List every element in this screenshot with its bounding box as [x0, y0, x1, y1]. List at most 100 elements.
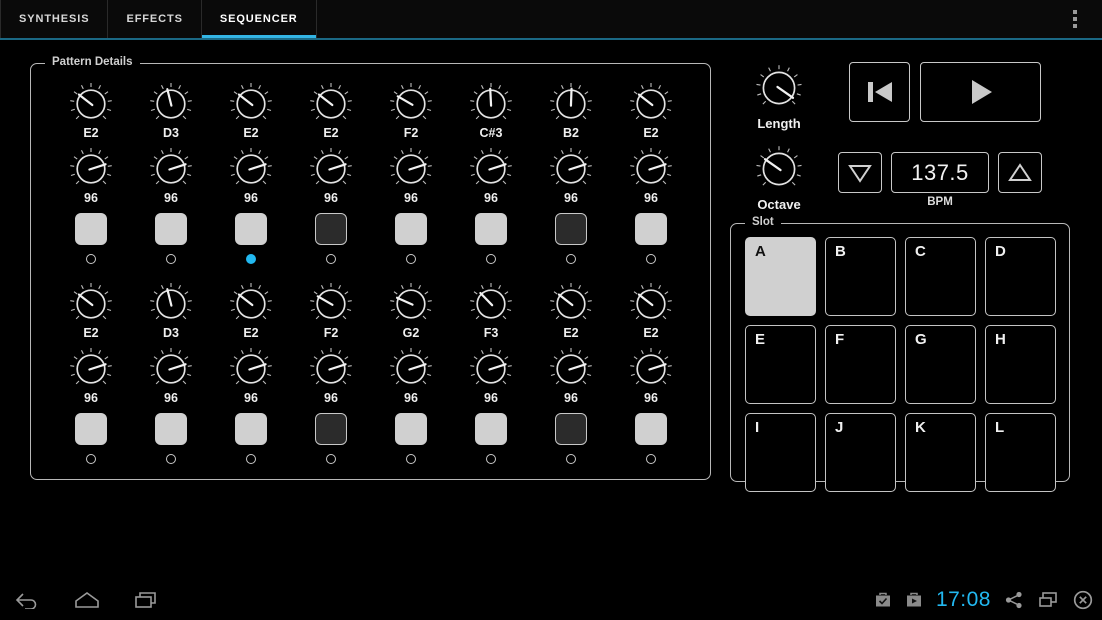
- back-button[interactable]: [10, 580, 44, 620]
- step-velocity-knob-dial[interactable]: [145, 347, 197, 393]
- step-pad[interactable]: [555, 413, 587, 445]
- step-note-knob[interactable]: D3: [143, 282, 199, 340]
- step-pad[interactable]: [235, 213, 267, 245]
- slot-button-g[interactable]: G: [905, 325, 976, 404]
- step-note-knob[interactable]: E2: [543, 282, 599, 340]
- recents-button[interactable]: [130, 580, 164, 620]
- step-velocity-knob-dial[interactable]: [465, 147, 517, 193]
- step-pad[interactable]: [635, 413, 667, 445]
- step-pad[interactable]: [75, 413, 107, 445]
- step-pad[interactable]: [475, 213, 507, 245]
- step-velocity-knob-dial[interactable]: [465, 347, 517, 393]
- step-velocity-knob[interactable]: 96: [143, 347, 199, 405]
- slot-button-h[interactable]: H: [985, 325, 1056, 404]
- step-note-knob-dial[interactable]: [625, 82, 677, 128]
- slot-button-f[interactable]: F: [825, 325, 896, 404]
- slot-button-l[interactable]: L: [985, 413, 1056, 492]
- step-velocity-knob-dial[interactable]: [545, 347, 597, 393]
- step-velocity-knob-dial[interactable]: [625, 147, 677, 193]
- step-velocity-knob[interactable]: 96: [623, 147, 679, 205]
- step-velocity-knob-dial[interactable]: [65, 147, 117, 193]
- step-note-knob[interactable]: E2: [623, 82, 679, 140]
- step-note-knob-dial[interactable]: [225, 82, 277, 128]
- slot-button-k[interactable]: K: [905, 413, 976, 492]
- step-velocity-knob-dial[interactable]: [545, 147, 597, 193]
- step-pad[interactable]: [395, 213, 427, 245]
- step-velocity-knob[interactable]: 96: [383, 147, 439, 205]
- step-velocity-knob-dial[interactable]: [385, 147, 437, 193]
- step-note-knob-dial[interactable]: [545, 82, 597, 128]
- step-note-knob[interactable]: F2: [383, 82, 439, 140]
- step-pad[interactable]: [635, 213, 667, 245]
- step-velocity-knob-dial[interactable]: [625, 347, 677, 393]
- step-pad[interactable]: [155, 413, 187, 445]
- step-note-knob-dial[interactable]: [465, 82, 517, 128]
- length-knob[interactable]: Length: [751, 63, 807, 131]
- step-note-knob[interactable]: F3: [463, 282, 519, 340]
- slot-button-j[interactable]: J: [825, 413, 896, 492]
- step-note-knob[interactable]: E2: [223, 82, 279, 140]
- tab-synthesis[interactable]: SYNTHESIS: [0, 0, 109, 38]
- step-note-knob-dial[interactable]: [65, 282, 117, 328]
- step-note-knob-dial[interactable]: [465, 282, 517, 328]
- step-pad[interactable]: [235, 413, 267, 445]
- step-note-knob[interactable]: D3: [143, 82, 199, 140]
- step-note-knob[interactable]: B2: [543, 82, 599, 140]
- slot-button-d[interactable]: D: [985, 237, 1056, 316]
- step-velocity-knob[interactable]: 96: [383, 347, 439, 405]
- step-note-knob-dial[interactable]: [145, 82, 197, 128]
- octave-knob-dial[interactable]: [750, 144, 808, 196]
- step-note-knob[interactable]: E2: [623, 282, 679, 340]
- step-velocity-knob[interactable]: 96: [223, 147, 279, 205]
- step-note-knob[interactable]: C#3: [463, 82, 519, 140]
- bpm-decrease-button[interactable]: [838, 152, 882, 193]
- step-velocity-knob[interactable]: 96: [303, 147, 359, 205]
- step-velocity-knob-dial[interactable]: [65, 347, 117, 393]
- bpm-increase-button[interactable]: [998, 152, 1042, 193]
- multi-window-icon[interactable]: [1037, 590, 1059, 610]
- step-note-knob[interactable]: E2: [223, 282, 279, 340]
- home-button[interactable]: [70, 580, 104, 620]
- bpm-display[interactable]: 137.5: [891, 152, 989, 193]
- step-note-knob[interactable]: F2: [303, 282, 359, 340]
- step-pad[interactable]: [75, 213, 107, 245]
- step-note-knob[interactable]: E2: [303, 82, 359, 140]
- step-note-knob-dial[interactable]: [305, 82, 357, 128]
- slot-button-i[interactable]: I: [745, 413, 816, 492]
- step-velocity-knob[interactable]: 96: [63, 147, 119, 205]
- step-pad[interactable]: [315, 413, 347, 445]
- octave-knob[interactable]: Octave: [751, 144, 807, 212]
- step-pad[interactable]: [475, 413, 507, 445]
- slot-button-c[interactable]: C: [905, 237, 976, 316]
- step-note-knob[interactable]: E2: [63, 82, 119, 140]
- step-velocity-knob-dial[interactable]: [225, 147, 277, 193]
- step-pad[interactable]: [555, 213, 587, 245]
- step-velocity-knob[interactable]: 96: [543, 147, 599, 205]
- more-vertical-icon[interactable]: [1058, 0, 1092, 38]
- step-velocity-knob[interactable]: 96: [63, 347, 119, 405]
- step-note-knob-dial[interactable]: [625, 282, 677, 328]
- share-icon[interactable]: [1004, 590, 1024, 610]
- play-button[interactable]: [920, 62, 1041, 122]
- step-note-knob-dial[interactable]: [385, 82, 437, 128]
- rewind-button[interactable]: [849, 62, 910, 122]
- step-note-knob-dial[interactable]: [545, 282, 597, 328]
- step-velocity-knob-dial[interactable]: [385, 347, 437, 393]
- step-note-knob-dial[interactable]: [65, 82, 117, 128]
- step-velocity-knob-dial[interactable]: [145, 147, 197, 193]
- step-note-knob-dial[interactable]: [145, 282, 197, 328]
- step-velocity-knob[interactable]: 96: [143, 147, 199, 205]
- step-note-knob-dial[interactable]: [305, 282, 357, 328]
- step-velocity-knob[interactable]: 96: [463, 347, 519, 405]
- step-note-knob-dial[interactable]: [225, 282, 277, 328]
- step-velocity-knob[interactable]: 96: [543, 347, 599, 405]
- step-pad[interactable]: [395, 413, 427, 445]
- tab-sequencer[interactable]: SEQUENCER: [201, 0, 317, 39]
- step-pad[interactable]: [155, 213, 187, 245]
- slot-button-e[interactable]: E: [745, 325, 816, 404]
- step-velocity-knob-dial[interactable]: [305, 347, 357, 393]
- step-velocity-knob[interactable]: 96: [303, 347, 359, 405]
- slot-button-b[interactable]: B: [825, 237, 896, 316]
- length-knob-dial[interactable]: [750, 63, 808, 115]
- slot-button-a[interactable]: A: [745, 237, 816, 316]
